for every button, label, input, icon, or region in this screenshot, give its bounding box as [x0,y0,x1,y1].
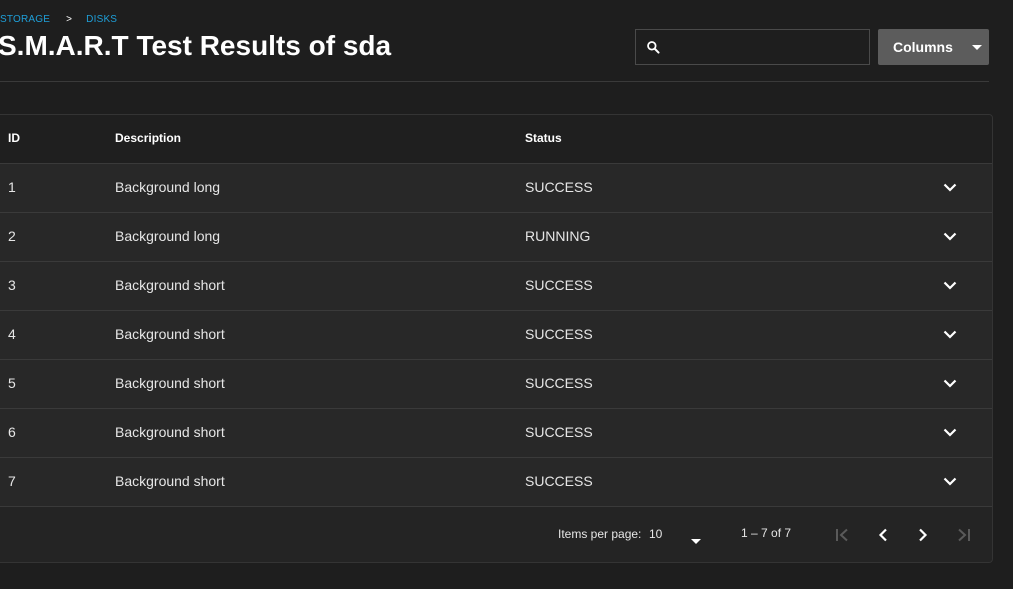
chevron-down-icon[interactable] [938,324,962,344]
columns-button[interactable]: Columns [878,29,989,65]
table-row[interactable]: 4 Background short SUCCESS [0,311,992,360]
chevron-down-icon[interactable] [938,226,962,246]
caret-down-icon [971,43,983,51]
cell-status: SUCCESS [525,326,593,342]
breadcrumb-storage[interactable]: STORAGE [0,14,50,25]
table-row[interactable]: 7 Background short SUCCESS [0,458,992,507]
search-icon [645,39,661,55]
cell-status: SUCCESS [525,277,593,293]
chevron-down-icon[interactable] [938,373,962,393]
chevron-down-icon[interactable] [938,275,962,295]
cell-description: Background short [115,375,225,391]
cell-description: Background short [115,277,225,293]
table-header-row: ID Description Status [0,115,992,164]
cell-description: Background long [115,179,221,195]
table-row[interactable]: 6 Background short SUCCESS [0,409,992,458]
table-row[interactable]: 5 Background short SUCCESS [0,360,992,409]
breadcrumb: STORAGE > DISKS [0,12,117,26]
caret-down-icon [691,532,701,544]
cell-description: Background short [115,424,225,440]
cell-description: Background short [115,473,225,489]
table-row[interactable]: 1 Background long SUCCESS [0,164,992,213]
columns-button-label: Columns [893,39,953,55]
table-row[interactable]: 2 Background long RUNNING [0,213,992,262]
column-header-status[interactable]: Status [525,115,562,163]
cell-id: 4 [8,326,16,342]
chevron-down-icon[interactable] [938,471,962,491]
header-divider [0,81,989,82]
cell-id: 3 [8,277,16,293]
cell-description: Background short [115,326,225,342]
cell-description: Background long [115,228,221,244]
cell-id: 6 [8,424,16,440]
cell-id: 7 [8,473,16,489]
table-row[interactable]: 3 Background short SUCCESS [0,262,992,311]
cell-id: 1 [8,179,16,195]
page: STORAGE > DISKS S.M.A.R.T Test Results o… [0,0,1013,589]
items-per-page-value: 10 [649,527,663,541]
breadcrumb-separator: > [66,13,73,25]
column-header-id[interactable]: ID [8,115,20,163]
cell-status: SUCCESS [525,179,593,195]
chevron-down-icon[interactable] [938,422,962,442]
cell-status: SUCCESS [525,473,593,489]
cell-status: SUCCESS [525,424,593,440]
previous-page-icon[interactable] [867,519,899,551]
cell-id: 5 [8,375,16,391]
cell-id: 2 [8,228,16,244]
items-per-page-select[interactable]: 10 [649,519,707,549]
breadcrumb-disks[interactable]: DISKS [86,14,117,25]
items-per-page-label: Items per page: [558,527,642,541]
chevron-down-icon[interactable] [938,177,962,197]
page-title: S.M.A.R.T Test Results of sda [0,30,392,61]
first-page-icon[interactable] [827,519,859,551]
paginator: Items per page: 10 1 – 7 of 7 [0,507,992,562]
column-header-description[interactable]: Description [115,115,181,163]
next-page-icon[interactable] [907,519,939,551]
paginator-range-label: 1 – 7 of 7 [741,526,792,540]
last-page-icon[interactable] [947,519,979,551]
cell-status: RUNNING [525,228,591,244]
search-box[interactable] [635,29,870,65]
cell-status: SUCCESS [525,375,593,391]
smart-results-table: ID Description Status 1 Background long … [0,114,993,563]
search-input[interactable] [661,32,869,62]
